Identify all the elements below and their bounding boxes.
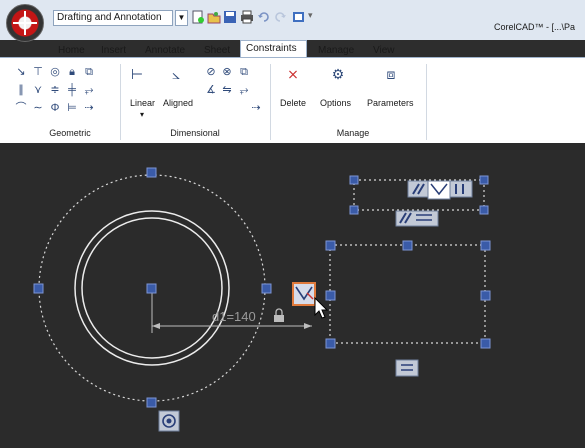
grip-handle[interactable] bbox=[146, 397, 157, 408]
perpendicular-constraint-highlight[interactable] bbox=[292, 282, 316, 306]
new-file-icon[interactable] bbox=[191, 10, 205, 24]
grip-handle[interactable] bbox=[33, 283, 44, 294]
grip-handle[interactable] bbox=[261, 283, 272, 294]
collinear-icon[interactable]: ⊤ bbox=[32, 66, 44, 78]
rectangle-outline[interactable] bbox=[329, 244, 486, 344]
radial-dimension-icon[interactable]: ⊘ bbox=[205, 66, 217, 78]
grip-handle[interactable] bbox=[480, 338, 491, 349]
aligned-dimension-icon[interactable]: ⦣ bbox=[168, 67, 184, 84]
window-title: CorelCAD™ - [...\Pa bbox=[494, 22, 576, 32]
mouse-cursor-icon bbox=[314, 296, 329, 319]
fix-icon[interactable]: 🔒︎ bbox=[66, 66, 78, 78]
chevron-down-icon[interactable]: ▼ bbox=[175, 10, 188, 26]
grip-handle[interactable] bbox=[325, 338, 336, 349]
aligned-button[interactable]: Aligned bbox=[163, 98, 193, 108]
grip-handle[interactable] bbox=[402, 240, 413, 251]
concentric-icon[interactable]: ◎ bbox=[49, 66, 61, 78]
drawing-canvas[interactable]: d1=140 bbox=[0, 143, 585, 448]
ribbon-tabs: Home Insert Annotate Sheet Constraints M… bbox=[0, 40, 585, 58]
corelcad-logo-icon[interactable] bbox=[6, 4, 44, 42]
delete-constraint-icon[interactable]: ⨯ bbox=[285, 67, 301, 84]
grip-handle[interactable] bbox=[146, 167, 157, 178]
perpendicular-constraint-badge[interactable] bbox=[427, 180, 451, 200]
grip-handle[interactable] bbox=[146, 283, 157, 294]
grip-handle[interactable] bbox=[479, 175, 489, 185]
constraint-options-icon[interactable]: ⚙ bbox=[330, 67, 346, 84]
delete-button[interactable]: Delete bbox=[280, 98, 306, 108]
tab-manage[interactable]: Manage bbox=[318, 45, 354, 56]
parameters-button[interactable]: Parameters bbox=[367, 98, 414, 108]
tab-sheet[interactable]: Sheet bbox=[204, 45, 230, 56]
grip-handle[interactable] bbox=[325, 240, 336, 251]
grip-handle[interactable] bbox=[349, 175, 359, 185]
tab-annotate[interactable]: Annotate bbox=[145, 45, 185, 56]
equal-icon[interactable]: ⊨ bbox=[66, 102, 78, 114]
constraint-show-icon[interactable]: ⧉ bbox=[83, 66, 95, 78]
equal-constraint-badge[interactable] bbox=[395, 359, 419, 377]
tab-insert[interactable]: Insert bbox=[101, 45, 126, 56]
print-icon[interactable] bbox=[240, 10, 254, 24]
smooth-icon[interactable]: ∼ bbox=[32, 102, 44, 114]
grip-handle[interactable] bbox=[480, 240, 491, 251]
group-label-dimensional: Dimensional bbox=[170, 128, 220, 138]
tab-constraints[interactable]: Constraints bbox=[240, 40, 307, 58]
auto-constrain-icon[interactable]: ⇢ bbox=[83, 102, 95, 114]
linear-dimension-icon[interactable]: ⊢ bbox=[129, 67, 145, 84]
group-label-geometric: Geometric bbox=[49, 128, 91, 138]
qat-dropdown-icon[interactable]: ▾ bbox=[308, 10, 322, 24]
horizontal-icon[interactable]: ≑ bbox=[49, 84, 61, 96]
dimension-value-label[interactable]: d1=140 bbox=[212, 309, 256, 324]
grip-handle[interactable] bbox=[480, 290, 491, 301]
angular-dimension-icon[interactable]: ∡ bbox=[205, 84, 217, 96]
open-folder-icon[interactable] bbox=[207, 10, 221, 24]
concentric-icon bbox=[166, 418, 172, 424]
coincident-icon[interactable]: ↘ bbox=[15, 66, 27, 78]
customize-icon[interactable] bbox=[292, 10, 306, 24]
tangent-icon[interactable]: ⌒ bbox=[15, 102, 27, 114]
vertical-constraint-badge[interactable] bbox=[449, 180, 473, 198]
diameter-dimension-icon[interactable]: ⊗ bbox=[221, 66, 233, 78]
drawing-svg[interactable] bbox=[0, 143, 585, 448]
grip-handle[interactable] bbox=[325, 290, 336, 301]
grip-handle[interactable] bbox=[479, 205, 489, 215]
parameters-icon[interactable]: ⧈ bbox=[383, 67, 399, 84]
tab-view[interactable]: View bbox=[373, 45, 395, 56]
group-divider bbox=[270, 64, 271, 140]
parallel-constraint-badge[interactable] bbox=[407, 180, 429, 198]
save-icon[interactable] bbox=[223, 10, 237, 24]
grip-handle[interactable] bbox=[349, 205, 359, 215]
tab-home[interactable]: Home bbox=[58, 45, 85, 56]
vertical-icon[interactable]: ╪ bbox=[66, 84, 78, 96]
linear-button[interactable]: Linear bbox=[130, 98, 155, 108]
undo-icon[interactable] bbox=[257, 10, 271, 24]
dimension-hide-icon[interactable]: ⥅ bbox=[238, 84, 250, 96]
constraint-hide-icon[interactable]: ⥅ bbox=[83, 84, 95, 96]
options-button[interactable]: Options bbox=[320, 98, 351, 108]
redo-icon[interactable] bbox=[273, 10, 287, 24]
convert-dimension-icon[interactable]: ⇋ bbox=[221, 84, 233, 96]
workspace-select[interactable]: Drafting and Annotation bbox=[53, 10, 173, 26]
dimension-show-icon[interactable]: ⧉ bbox=[238, 66, 250, 78]
group-divider bbox=[120, 64, 121, 140]
group-divider bbox=[426, 64, 427, 140]
ribbon-panel: ↘ ⊤ ◎ 🔒︎ ⧉ ∥ ⋎ ≑ ╪ ⥅ ⌒ ∼ Φ ⊨ ⇢ Geometric… bbox=[0, 57, 585, 145]
title-bar: Drafting and Annotation ▼ ▾ CorelCAD™ - … bbox=[0, 0, 585, 42]
dimension-lock-icon[interactable] bbox=[274, 315, 284, 322]
group-label-manage: Manage bbox=[336, 128, 370, 138]
linear-dropdown-icon[interactable]: ▾ bbox=[140, 110, 144, 119]
symmetric-icon[interactable]: Φ bbox=[49, 102, 61, 114]
perpendicular-icon[interactable]: ⋎ bbox=[32, 84, 44, 96]
dimension-arrow bbox=[304, 323, 312, 329]
parallel-icon[interactable]: ∥ bbox=[15, 84, 27, 96]
dimension-lock-icon bbox=[275, 308, 283, 315]
dimension-name-icon[interactable]: ⇢ bbox=[250, 102, 262, 114]
dimension-arrow bbox=[152, 323, 160, 329]
